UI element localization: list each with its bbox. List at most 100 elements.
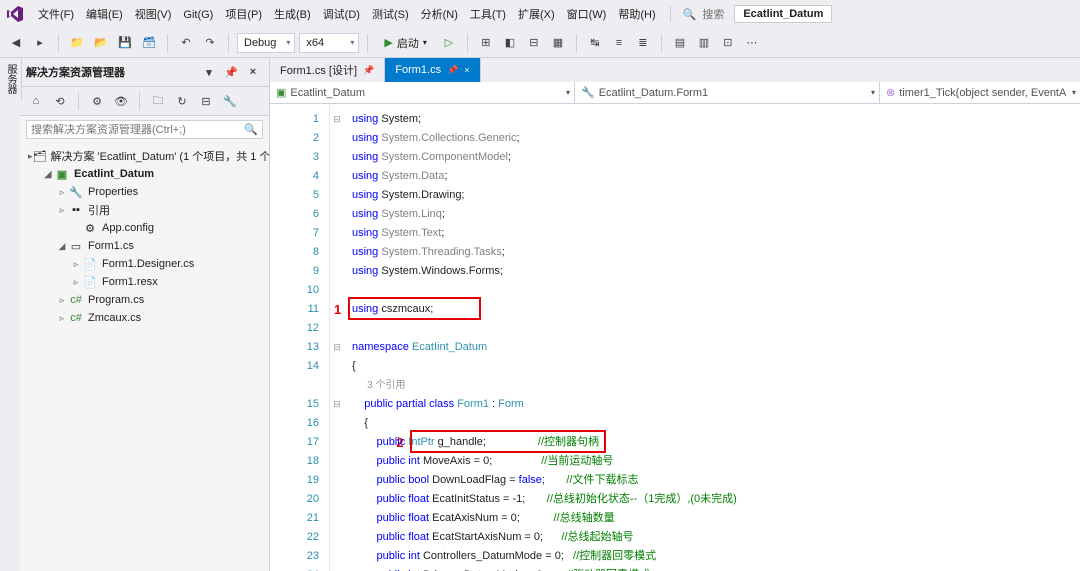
menu-item[interactable]: 扩展(X) bbox=[512, 5, 561, 25]
tree-prop-icon[interactable]: 🗀 bbox=[148, 91, 168, 111]
code-line[interactable]: public bool DownLoadFlag = false; //文件下载… bbox=[352, 471, 1080, 490]
nav-back-icon[interactable]: ◀ bbox=[6, 33, 26, 53]
code-line[interactable]: public int Controllers_DatumMode = 0; //… bbox=[352, 547, 1080, 566]
tree-form1resx[interactable]: ▹📄 Form1.resx bbox=[20, 273, 269, 291]
tree-sync-icon[interactable]: ⟲ bbox=[50, 91, 70, 111]
code-line[interactable]: using System.Threading.Tasks; bbox=[352, 243, 1080, 262]
menu-item[interactable]: 工具(T) bbox=[464, 5, 512, 25]
tab-code[interactable]: Form1.cs 📌 × bbox=[385, 58, 480, 82]
menu-item[interactable]: 编辑(E) bbox=[80, 5, 129, 25]
menu-item[interactable]: Git(G) bbox=[177, 5, 219, 25]
save-icon[interactable]: 💾 bbox=[115, 33, 135, 53]
tree-tool-icon[interactable]: ⚙ bbox=[87, 91, 107, 111]
play-icon: ▶ bbox=[384, 36, 392, 49]
code-line[interactable]: using System.Linq; bbox=[352, 205, 1080, 224]
code-line[interactable] bbox=[352, 319, 1080, 338]
code-line[interactable]: using System.Text; bbox=[352, 224, 1080, 243]
pin-icon[interactable]: 📌 bbox=[447, 65, 458, 76]
tb-icon-7[interactable]: ≣ bbox=[633, 33, 653, 53]
tree-refresh-icon[interactable]: ↻ bbox=[172, 91, 192, 111]
menu-item[interactable]: 生成(B) bbox=[268, 5, 317, 25]
code-line[interactable]: using System; bbox=[352, 110, 1080, 129]
menu-item[interactable]: 项目(P) bbox=[219, 5, 268, 25]
tree-zmcauxcs[interactable]: ▹c# Zmcaux.cs bbox=[20, 309, 269, 327]
code-line[interactable]: public partial class Form1 : Form bbox=[352, 395, 1080, 414]
code-line[interactable]: public int Drivers_DatumMode = 0; //驱动器回… bbox=[352, 566, 1080, 571]
tb-icon-6[interactable]: ≡ bbox=[609, 33, 629, 53]
solution-search-input[interactable] bbox=[31, 124, 244, 136]
nav-class-combo[interactable]: 🔧Ecatlint_Datum.Form1 bbox=[575, 82, 880, 103]
code-line[interactable]: using System.Collections.Generic; bbox=[352, 129, 1080, 148]
code-line[interactable]: using System.Data; bbox=[352, 167, 1080, 186]
search-icon[interactable]: 🔍 bbox=[683, 8, 697, 21]
tb-icon-10[interactable]: ⊡ bbox=[718, 33, 738, 53]
solution-search[interactable]: 🔍 bbox=[26, 120, 263, 139]
menu-item[interactable]: 帮助(H) bbox=[612, 5, 661, 25]
code-line[interactable]: { bbox=[352, 414, 1080, 433]
tree-form1designer[interactable]: ▹📄 Form1.Designer.cs bbox=[20, 255, 269, 273]
tree-references[interactable]: ▹▪▪ 引用 bbox=[20, 201, 269, 219]
tb-icon-2[interactable]: ◧ bbox=[500, 33, 520, 53]
tb-icon-9[interactable]: ▥ bbox=[694, 33, 714, 53]
nav-member-combo[interactable]: ⊗timer1_Tick(object sender, EventA bbox=[880, 82, 1080, 103]
menu-item[interactable]: 测试(S) bbox=[366, 5, 415, 25]
code-line[interactable] bbox=[352, 281, 1080, 300]
panel-dropdown-icon[interactable]: ▾ bbox=[199, 62, 219, 82]
tree-wrench-icon[interactable]: 🔧 bbox=[220, 91, 240, 111]
panel-pin-icon[interactable]: 📌 bbox=[221, 62, 241, 82]
config-combo[interactable]: Debug bbox=[237, 33, 295, 53]
close-icon[interactable]: × bbox=[464, 65, 469, 75]
tb-icon-4[interactable]: ▦ bbox=[548, 33, 568, 53]
tree-properties[interactable]: ▹🔧 Properties bbox=[20, 183, 269, 201]
tb-icon-8[interactable]: ▤ bbox=[670, 33, 690, 53]
tree-collapse-icon[interactable]: ⊟ bbox=[196, 91, 216, 111]
code-line[interactable]: namespace EcatIint_Datum bbox=[352, 338, 1080, 357]
redo-icon[interactable]: ↷ bbox=[200, 33, 220, 53]
tb-icon-5[interactable]: ↹ bbox=[585, 33, 605, 53]
tree-home-icon[interactable]: ⌂ bbox=[26, 91, 46, 111]
start-button[interactable]: ▶ 启动 ▾ bbox=[376, 33, 434, 53]
panel-close-icon[interactable]: × bbox=[243, 62, 263, 82]
tree-project[interactable]: ◢▣ Ecatlint_Datum bbox=[20, 165, 269, 183]
search-label[interactable]: 搜索 bbox=[702, 6, 724, 22]
platform-combo[interactable]: x64 bbox=[299, 33, 359, 53]
new-project-icon[interactable]: 📁 bbox=[67, 33, 87, 53]
code-line[interactable]: public float EcatAxisNum = 0; //总线轴数量 bbox=[352, 509, 1080, 528]
pin-icon[interactable]: 📌 bbox=[363, 65, 374, 76]
menu-item[interactable]: 分析(N) bbox=[415, 5, 464, 25]
tree-solution-root[interactable]: ▸🗂 解决方案 'Ecatlint_Datum' (1 个项目，共 1 个) bbox=[20, 147, 269, 165]
open-file-icon[interactable]: 📂 bbox=[91, 33, 111, 53]
code-line[interactable]: public float EcatInitStatus = -1; //总线初始… bbox=[352, 490, 1080, 509]
code-line[interactable]: public int MoveAxis = 0; //当前运动轴号 bbox=[352, 452, 1080, 471]
search-go-icon[interactable]: 🔍 bbox=[244, 123, 258, 136]
tree-view-icon[interactable]: 👁 bbox=[111, 91, 131, 111]
tree-programcs[interactable]: ▹c# Program.cs bbox=[20, 291, 269, 309]
save-all-icon[interactable]: 🗃 bbox=[139, 33, 159, 53]
code-line[interactable]: { bbox=[352, 357, 1080, 376]
tree-appconfig[interactable]: ⚙ App.config bbox=[20, 219, 269, 237]
tb-icon-3[interactable]: ⊟ bbox=[524, 33, 544, 53]
code-line[interactable]: using System.Drawing; bbox=[352, 186, 1080, 205]
code-line[interactable]: public float EcatStartAxisNum = 0; //总线起… bbox=[352, 528, 1080, 547]
start-noDebug-icon[interactable]: ▷ bbox=[439, 33, 459, 53]
tree-form1cs[interactable]: ◢▭ Form1.cs bbox=[20, 237, 269, 255]
cs-icon: c# bbox=[68, 292, 84, 308]
tb-icon-11[interactable]: ⋯ bbox=[742, 33, 762, 53]
solution-icon: 🗂 bbox=[33, 148, 47, 164]
nav-fwd-icon[interactable]: ▸ bbox=[30, 33, 50, 53]
resx-icon: 📄 bbox=[82, 274, 98, 290]
nav-project-combo[interactable]: ▣Ecatlint_Datum bbox=[270, 82, 575, 103]
code-line[interactable]: using System.Windows.Forms; bbox=[352, 262, 1080, 281]
menu-item[interactable]: 文件(F) bbox=[32, 5, 80, 25]
side-tab-server[interactable]: 服务器 bbox=[0, 58, 22, 100]
tab-design[interactable]: Form1.cs [设计] 📌 bbox=[270, 58, 385, 82]
code-line[interactable]: using cszmcaux; bbox=[352, 300, 1080, 319]
code-line[interactable]: public IntPtr g_handle; //控制器句柄 bbox=[352, 433, 1080, 452]
tb-icon-1[interactable]: ⊞ bbox=[476, 33, 496, 53]
menu-item[interactable]: 窗口(W) bbox=[561, 5, 613, 25]
menu-item[interactable]: 视图(V) bbox=[129, 5, 178, 25]
menu-item[interactable]: 调试(D) bbox=[317, 5, 366, 25]
code-editor[interactable]: 123456789101112131415161718192021222324 … bbox=[270, 104, 1080, 571]
undo-icon[interactable]: ↶ bbox=[176, 33, 196, 53]
code-line[interactable]: using System.ComponentModel; bbox=[352, 148, 1080, 167]
